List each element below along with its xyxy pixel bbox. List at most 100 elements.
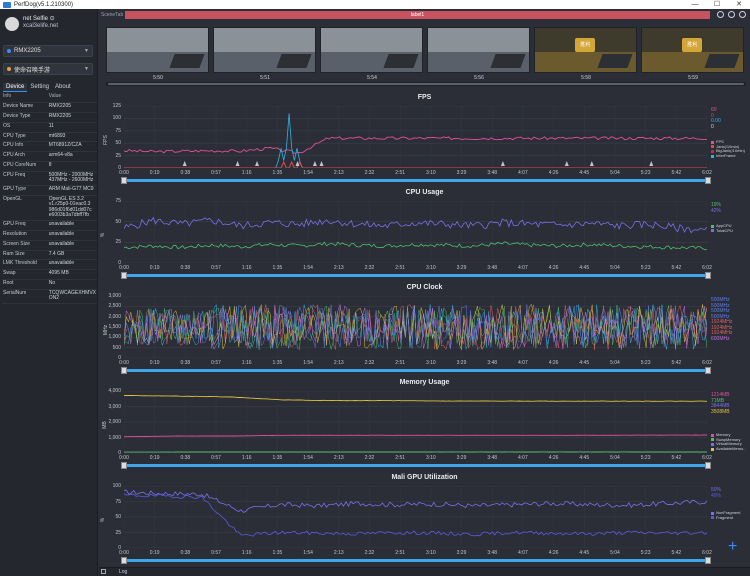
legend-item[interactable]: InterFrame	[711, 152, 750, 159]
screenshot-thumbnail[interactable]	[106, 27, 209, 73]
table-row: CPU Info MT6891Z/CZA	[2, 141, 97, 153]
screenshot-thumbnail[interactable]: 胜利	[534, 27, 637, 73]
slider-handle-start[interactable]	[121, 557, 127, 564]
chart-plot[interactable]	[124, 486, 707, 548]
legend-item[interactable]: TotalCPU	[711, 228, 750, 234]
x-tick-label: 5:23	[640, 360, 651, 366]
chart-title: FPS	[417, 94, 432, 101]
slider-handle-start[interactable]	[121, 272, 127, 279]
slider-handle-start[interactable]	[121, 177, 127, 184]
info-key: CPU Type	[2, 132, 48, 143]
y-tick-label: 3,000	[108, 403, 121, 410]
info-key: Ram Size	[2, 250, 48, 261]
time-range-slider[interactable]	[121, 177, 711, 184]
x-tick-label: 6:02	[702, 550, 712, 556]
minimize-button[interactable]: —	[684, 0, 706, 9]
x-tick-label: 0:57	[211, 265, 221, 271]
info-key: Swap	[2, 269, 48, 281]
x-tick-label: 5:04	[610, 360, 620, 366]
screenshot-thumbnail[interactable]	[213, 27, 316, 73]
screenshot-thumbnail[interactable]	[427, 27, 530, 73]
chart-plot[interactable]	[124, 391, 707, 453]
info-value: ARM Mali-G77 MC9	[47, 185, 97, 196]
x-tick-label: 4:45	[579, 170, 590, 176]
info-value: 500MHz - 2000MHz 437MHz - 2600MHz	[47, 171, 97, 187]
table-row: GPU Type ARM Mali-G77 MC9	[2, 185, 97, 196]
y-tick-label: 25	[115, 152, 121, 159]
log-label: Log	[119, 569, 128, 575]
screenshot-scrollbar[interactable]	[106, 82, 746, 86]
slider-handle-end[interactable]	[705, 462, 711, 469]
close-button[interactable]: ✕	[728, 0, 750, 9]
settings-icon[interactable]	[728, 11, 735, 18]
app-icon-small	[7, 67, 11, 71]
log-checkbox[interactable]	[101, 569, 106, 574]
y-tick-label: 1,000	[108, 434, 121, 441]
add-chart-button[interactable]: +	[728, 539, 737, 555]
x-tick-label: 6:02	[702, 360, 712, 366]
x-tick-label: 4:07	[518, 360, 528, 366]
user-card[interactable]: net Selfie ⊙ xcal3elife.net	[5, 15, 58, 31]
table-row: CPU CoreNum 8	[2, 161, 97, 172]
x-tick-label: 5:42	[671, 170, 682, 176]
y-tick-label: 2,000	[108, 419, 121, 425]
y-tick-label: 75	[115, 198, 121, 204]
window-title: PerfDog(v5.1.210300)	[14, 1, 74, 8]
jank-marker	[500, 161, 505, 166]
maximize-button[interactable]: ☐	[706, 0, 728, 9]
legend-swatch	[711, 442, 714, 446]
x-tick-label: 5:23	[640, 455, 651, 461]
x-tick-label: 2:51	[395, 170, 406, 176]
x-tick-label: 1:16	[241, 455, 252, 461]
x-tick-label: 0:57	[211, 360, 221, 366]
chart-plot[interactable]	[124, 201, 707, 263]
series-line-jank	[124, 160, 707, 168]
info-value: 4095 MB	[47, 269, 97, 281]
info-key: CPU Info	[2, 141, 48, 153]
location-icon[interactable]	[717, 11, 724, 18]
slider-handle-end[interactable]	[705, 557, 711, 564]
export-icon[interactable]	[739, 11, 746, 18]
tab-about[interactable]: About	[52, 83, 74, 92]
tab-setting[interactable]: Setting	[27, 83, 52, 92]
scene-bar: SceneTab label1	[99, 9, 750, 21]
tab-device[interactable]: Device	[3, 83, 28, 92]
app-select[interactable]: 使命召唤手游 ▼	[3, 63, 93, 75]
slider-handle-end[interactable]	[705, 177, 711, 184]
legend-item[interactable]: Fragment	[711, 515, 750, 521]
slider-handle-start[interactable]	[121, 462, 127, 469]
time-range-slider[interactable]	[121, 462, 711, 469]
legend-value: 600MHz	[711, 335, 730, 342]
slider-handle-end[interactable]	[705, 367, 711, 374]
x-tick-label: 3:29	[456, 265, 467, 271]
x-tick-label: 0:00	[119, 550, 129, 556]
legend-label: InterFrame	[716, 152, 736, 158]
screenshot-thumbnail[interactable]: 胜利	[641, 27, 744, 73]
info-value: unavailable	[47, 230, 97, 241]
x-tick-label: 6:02	[702, 265, 712, 271]
chart-panel-fps: FPS FPS 125 100 75 50 25 0 0:00 0:19 0:38 0:57 1:16 1…	[99, 92, 750, 187]
jank-marker	[564, 161, 569, 166]
scene-label-tag[interactable]: label1	[125, 11, 710, 19]
chart-plot[interactable]	[124, 296, 707, 358]
chart-legend: 60 0 0.00 0 FPS Jank(/10min) BigJank(/10min) In…	[711, 107, 750, 159]
chart-legend: 19% 42% AppCPU TotalCPU	[711, 202, 750, 234]
x-tick-label: 0:57	[211, 170, 221, 176]
slider-handle-start[interactable]	[121, 367, 127, 374]
legend-item[interactable]: AvailableMemo..	[711, 446, 750, 452]
time-range-slider[interactable]	[121, 557, 711, 564]
x-tick-label: 3:10	[425, 265, 436, 271]
time-range-slider[interactable]	[121, 272, 711, 279]
sidebar: net Selfie ⊙ xcal3elife.net RMX2205 ▼ 使命…	[0, 9, 98, 576]
time-range-slider[interactable]	[121, 367, 711, 374]
avatar	[5, 17, 19, 31]
legend-swatch	[711, 140, 714, 144]
x-tick-label: 0:38	[180, 550, 191, 556]
device-select[interactable]: RMX2205 ▼	[3, 45, 93, 57]
user-name: net Selfie ⊙	[23, 16, 55, 22]
slider-handle-end[interactable]	[705, 272, 711, 279]
chart-legend: 1214MB 71MB 3844MB 3508MB Memory SwapMemory Vi…	[711, 392, 750, 452]
chart-plot[interactable]	[124, 106, 707, 168]
screenshot-thumbnail[interactable]	[320, 27, 423, 73]
x-tick-label: 1:54	[303, 455, 313, 461]
